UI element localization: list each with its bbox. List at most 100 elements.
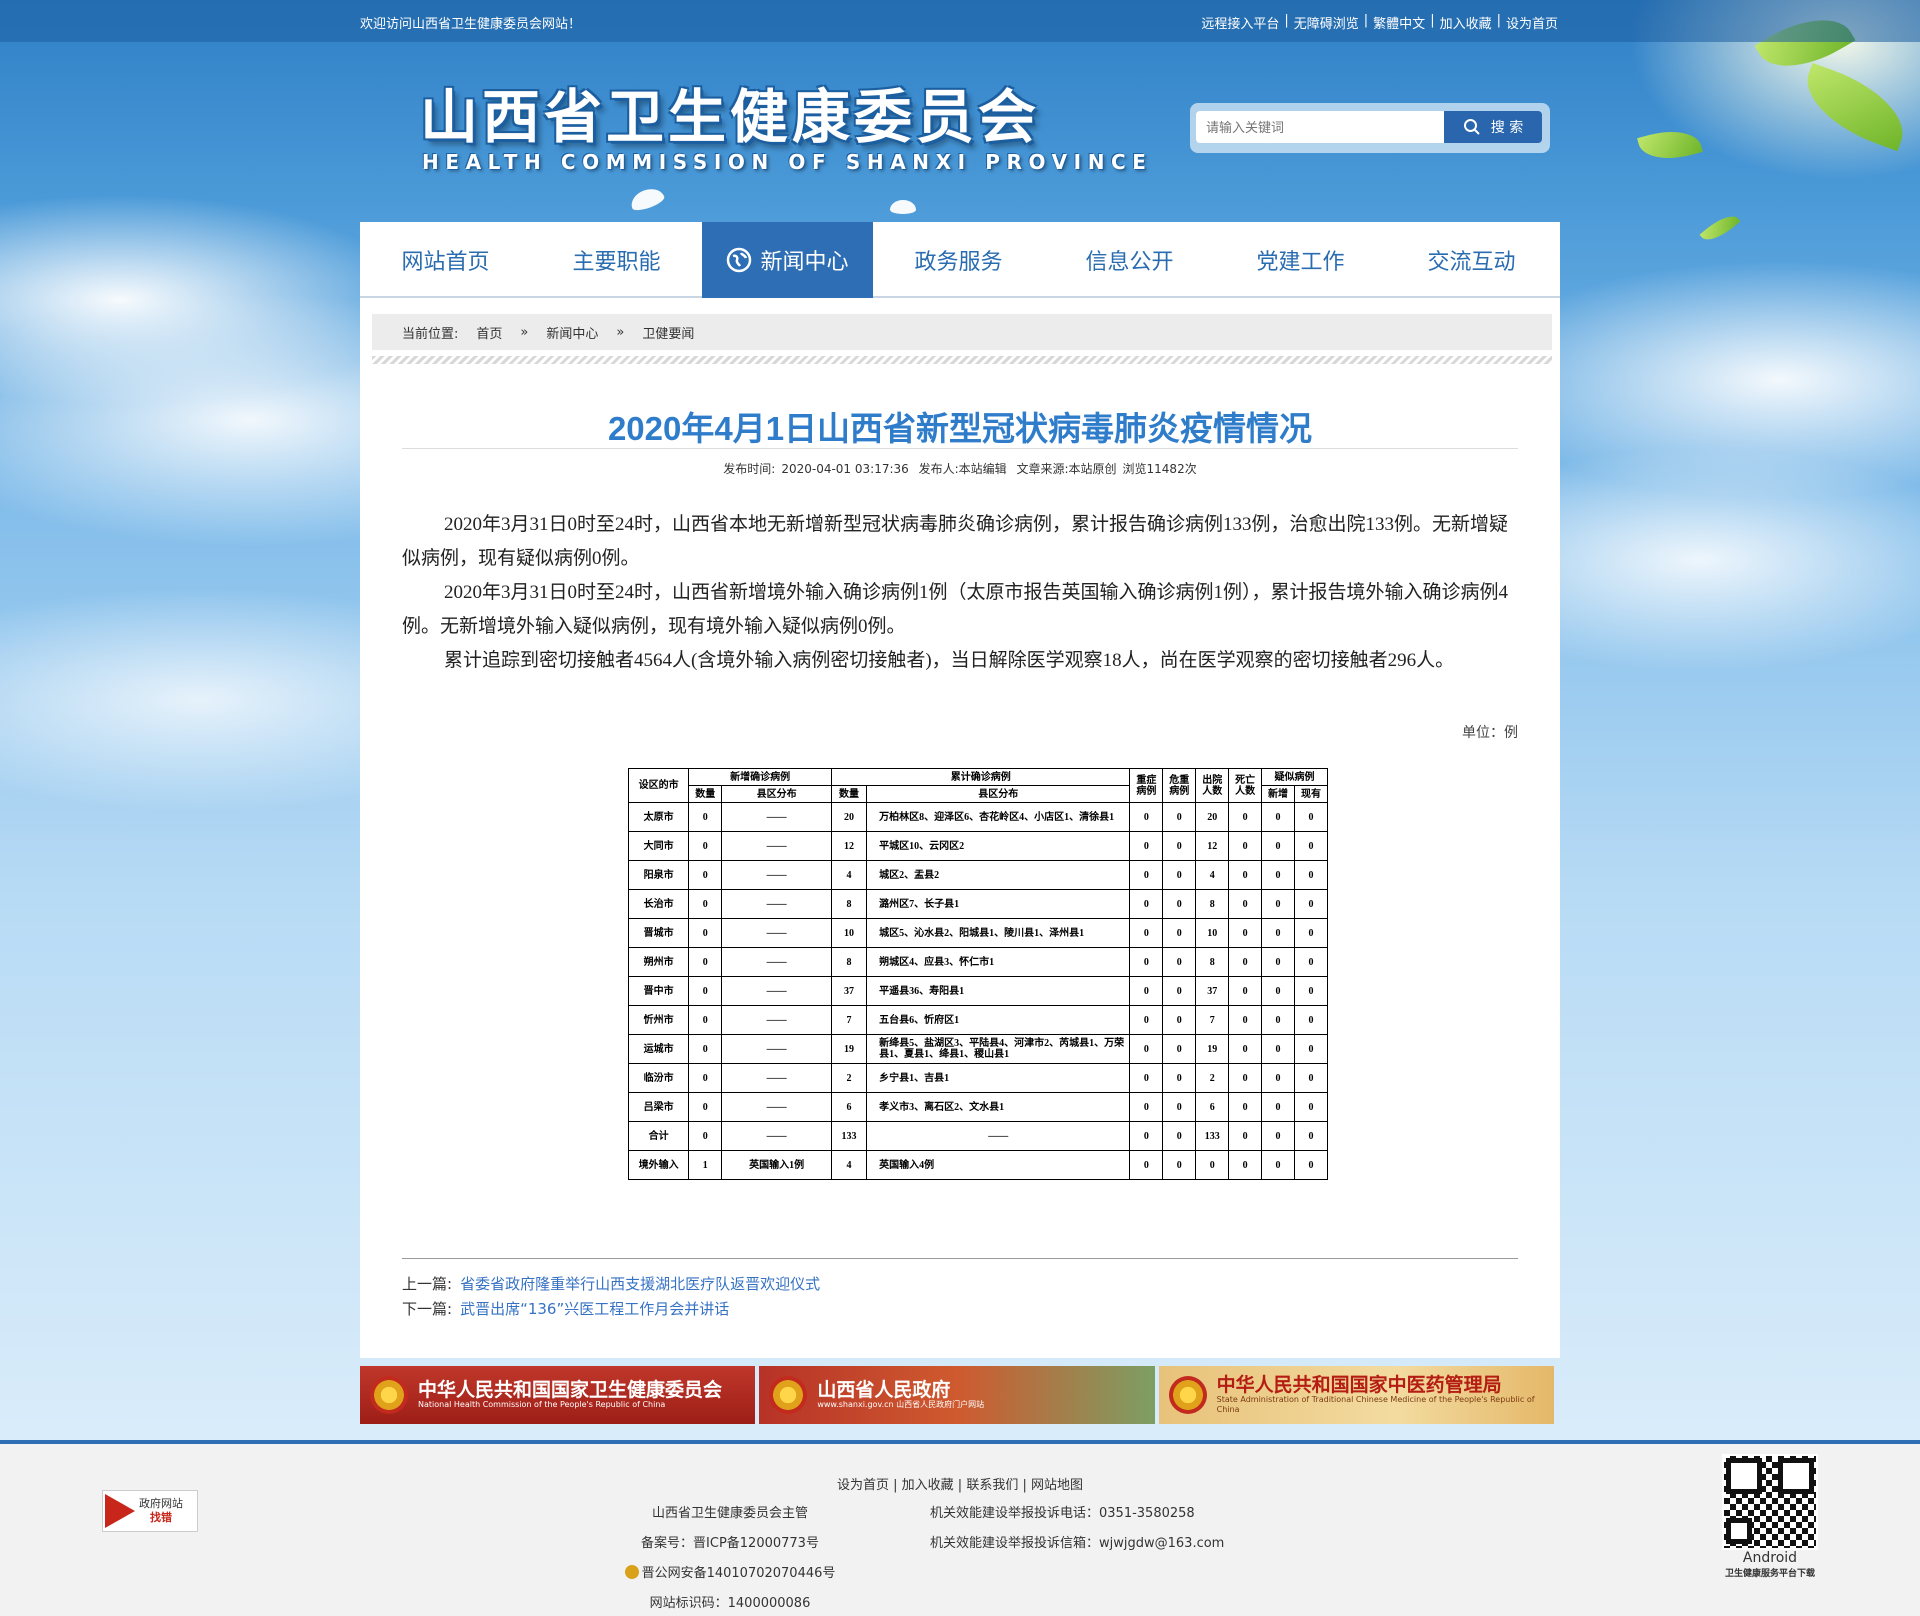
table-cell: 0 [1228, 889, 1263, 919]
national-emblem-icon [1168, 1376, 1207, 1414]
table-cell: 8 [1195, 947, 1230, 977]
national-emblem-icon [370, 1376, 408, 1414]
table-cell: 0 [1129, 1063, 1164, 1093]
table-cell: 0 [1129, 860, 1164, 890]
table-cell: 0 [1293, 1092, 1329, 1122]
top-link-favorite[interactable]: 加入收藏 [1438, 13, 1494, 32]
nav-functions[interactable]: 主要职能 [531, 222, 702, 298]
table-cell: 0 [688, 889, 723, 919]
breadcrumb-current[interactable]: 卫健要闻 [642, 323, 694, 342]
banner-nhc[interactable]: 中华人民共和国国家卫生健康委员会 National Health Commissi… [360, 1366, 756, 1424]
search-input[interactable] [1196, 111, 1444, 143]
table-cell: 0 [1293, 976, 1329, 1006]
banner-tcm[interactable]: 中华人民共和国国家中医药管理局 State Administration of T… [1158, 1366, 1554, 1424]
partner-banners: 中华人民共和国国家卫生健康委员会 National Health Commissi… [360, 1366, 1554, 1424]
table-cell: 0 [1162, 1092, 1197, 1122]
nav-news-center[interactable]: 新闻中心 [702, 222, 873, 298]
welcome-text: 欢迎访问山西省卫生健康委员会网站！ [360, 17, 582, 32]
table-cell: 城区5、沁水县2、阳城县1、陵川县1、泽州县1 [866, 918, 1131, 948]
breadcrumb: 当前位置: 首页 » 新闻中心 » 卫健要闻 [372, 314, 1552, 350]
nav-home[interactable]: 网站首页 [360, 222, 531, 298]
nav-party-work[interactable]: 党建工作 [1215, 222, 1386, 298]
breadcrumb-home[interactable]: 首页 [476, 323, 502, 342]
table-cell: —— [721, 1034, 832, 1064]
table-cell: 0 [1293, 1005, 1329, 1035]
table-cell: 0 [1129, 918, 1164, 948]
footer-link-favorite[interactable]: 加入收藏 [902, 1478, 954, 1493]
top-link-traditional[interactable]: 繁體中文 [1371, 13, 1427, 32]
table-cell: 0 [688, 1063, 723, 1093]
table-cell: 10 [1195, 918, 1230, 948]
table-cell: 0 [1293, 889, 1329, 919]
footer-link-homepage[interactable]: 设为首页 [837, 1478, 889, 1493]
table-cell: —— [721, 1005, 832, 1035]
table-cell: 0 [1162, 1034, 1197, 1064]
next-article-link[interactable]: 武晋出席“136”兴医工程工作月会并讲话 [460, 1300, 729, 1318]
table-cell: 0 [1228, 860, 1263, 890]
table-cell: 37 [1195, 976, 1230, 1006]
nav-interaction[interactable]: 交流互动 [1386, 222, 1557, 298]
table-cell: 0 [1228, 1150, 1263, 1180]
table-cell: 合计 [627, 1121, 690, 1151]
table-cell: 0 [1162, 918, 1197, 948]
table-cell: 0 [1129, 802, 1164, 832]
table-cell: —— [721, 831, 832, 861]
table-row: 吕梁市 0 —— 6 孝义市3、离石区2、文水县1 0 0 6 0 0 0 [627, 1092, 1329, 1122]
breadcrumb-news[interactable]: 新闻中心 [546, 323, 598, 342]
qr-sublabel: 卫生健康服务平台下载 [1724, 1569, 1815, 1579]
table-cell: 0 [1162, 831, 1197, 861]
table-cell: 0 [1293, 860, 1329, 890]
table-cell: 0 [1228, 976, 1263, 1006]
table-cell: 0 [1129, 1092, 1164, 1122]
table-cell: 0 [1261, 1150, 1295, 1180]
table-cell: 0 [1162, 860, 1197, 890]
table-cell: —— [721, 947, 832, 977]
table-cell: 0 [1162, 1063, 1197, 1093]
table-cell: 0 [688, 947, 723, 977]
table-cell: 万柏林区8、迎泽区6、杏花岭区4、小店区1、清徐县1 [866, 802, 1131, 832]
table-cell: 0 [1293, 1063, 1329, 1093]
gov-error-report-badge[interactable]: 政府网站 找错 [102, 1490, 198, 1532]
search-button-label: 搜 索 [1490, 120, 1524, 136]
divider [402, 1258, 1518, 1259]
table-cell: —— [721, 918, 832, 948]
table-cell: 0 [1228, 1034, 1263, 1064]
banner-shanxi-gov[interactable]: 山西省人民政府 www.shanxi.gov.cn 山西省人民政府门户网站 [759, 1366, 1155, 1424]
table-cell: —— [721, 976, 832, 1006]
table-row: 长治市 0 —— 8 潞州区7、长子县1 0 0 8 0 0 0 [627, 889, 1329, 919]
table-cell: 0 [1261, 1034, 1295, 1064]
footer-police-record[interactable]: 晋公网安备14010702070446号 [580, 1559, 880, 1589]
table-cell: 孝义市3、离石区2、文水县1 [866, 1092, 1131, 1122]
footer-icp[interactable]: 备案号：晋ICP备12000773号 [580, 1529, 880, 1559]
table-cell: 0 [1228, 802, 1263, 832]
epidemic-table: 设区的市 新增确诊病例 累计确诊病例 重症病例 危重病例 出院人数 死亡人数 疑… [627, 768, 1329, 1180]
table-row: 运城市 0 —— 19 新绛县5、盐湖区3、平陆县4、河津市2、芮城县1、万荣县1、夏县… [627, 1034, 1329, 1064]
nav-gov-services[interactable]: 政务服务 [873, 222, 1044, 298]
table-cell: 0 [688, 802, 723, 832]
table-cell: —— [866, 1121, 1131, 1151]
search-button[interactable]: 搜 索 [1444, 111, 1542, 143]
table-cell: 0 [1293, 947, 1329, 977]
footer-link-contact[interactable]: 联系我们 [966, 1478, 1018, 1493]
nav-info-disclosure[interactable]: 信息公开 [1044, 222, 1215, 298]
table-cell: 0 [1129, 1034, 1164, 1064]
top-link-remote[interactable]: 远程接入平台 [1199, 13, 1281, 32]
prev-article-link[interactable]: 省委省政府隆重举行山西支援湖北医疗队返晋欢迎仪式 [460, 1275, 820, 1293]
national-emblem-icon [769, 1376, 808, 1414]
table-cell: 0 [1228, 1121, 1263, 1151]
table-cell: 0 [1228, 1005, 1263, 1035]
table-cell: —— [721, 1063, 832, 1093]
table-cell: 吕梁市 [627, 1092, 690, 1122]
table-cell: 0 [688, 918, 723, 948]
table-cell: 0 [1129, 1005, 1164, 1035]
table-cell: 0 [1293, 1034, 1329, 1064]
table-cell: 大同市 [627, 831, 690, 861]
top-link-homepage[interactable]: 设为首页 [1504, 13, 1560, 32]
divider [372, 356, 1552, 364]
site-logo-title[interactable]: 山西省卫生健康委员会 [420, 70, 1040, 154]
footer-link-sitemap[interactable]: 网站地图 [1031, 1478, 1083, 1493]
table-cell: 0 [1293, 802, 1329, 832]
top-link-accessibility[interactable]: 无障碍浏览 [1292, 13, 1361, 32]
table-cell: —— [721, 802, 832, 832]
table-row: 阳泉市 0 —— 4 城区2、盂县2 0 0 4 0 0 0 [627, 860, 1329, 890]
